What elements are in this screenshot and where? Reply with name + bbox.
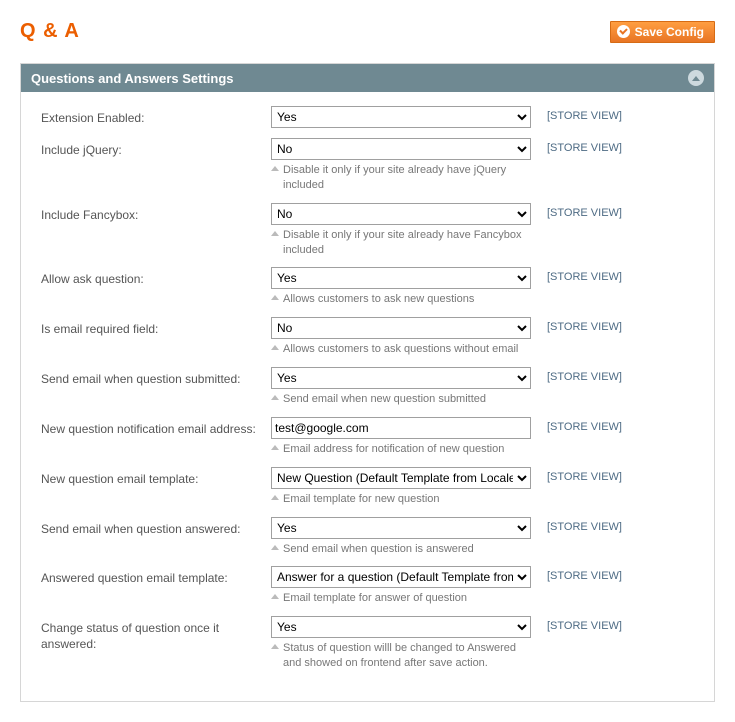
scope-label: [STORE VIEW] xyxy=(547,616,622,632)
hint-arrow-icon xyxy=(271,395,279,400)
scope-label: [STORE VIEW] xyxy=(547,138,622,154)
hint-email-required: Allows customers to ask questions withou… xyxy=(283,342,518,357)
page-title: Q & A xyxy=(20,20,80,43)
hint-arrow-icon xyxy=(271,231,279,236)
collapse-icon[interactable] xyxy=(688,70,704,86)
scope-label: [STORE VIEW] xyxy=(547,106,622,122)
input-notify-address[interactable] xyxy=(271,417,531,439)
hint-answered-template: Email template for answer of question xyxy=(283,591,467,606)
hint-arrow-icon xyxy=(271,166,279,171)
hint-send-answered: Send email when question is answered xyxy=(283,542,474,557)
select-email-required[interactable]: No xyxy=(271,317,531,339)
select-answered-template[interactable]: Answer for a question (Default Template … xyxy=(271,566,531,588)
save-config-button[interactable]: Save Config xyxy=(610,21,715,43)
hint-send-submitted: Send email when new question submitted xyxy=(283,392,486,407)
label-new-template: New question email template: xyxy=(41,467,271,487)
select-send-submitted[interactable]: Yes xyxy=(271,367,531,389)
select-extension-enabled[interactable]: Yes xyxy=(271,106,531,128)
scope-label: [STORE VIEW] xyxy=(547,267,622,283)
label-answered-template: Answered question email template: xyxy=(41,566,271,586)
scope-label: [STORE VIEW] xyxy=(547,467,622,483)
label-include-jquery: Include jQuery: xyxy=(41,138,271,158)
label-change-status: Change status of question once it answer… xyxy=(41,616,271,652)
settings-panel: Questions and Answers Settings Extension… xyxy=(20,63,715,702)
panel-title: Questions and Answers Settings xyxy=(31,71,234,86)
scope-label: [STORE VIEW] xyxy=(547,566,622,582)
hint-include-jquery: Disable it only if your site already hav… xyxy=(283,163,531,193)
select-send-answered[interactable]: Yes xyxy=(271,517,531,539)
hint-arrow-icon xyxy=(271,644,279,649)
save-config-label: Save Config xyxy=(635,25,704,39)
hint-change-status: Status of question willl be changed to A… xyxy=(283,641,531,671)
hint-arrow-icon xyxy=(271,445,279,450)
select-new-template[interactable]: New Question (Default Template from Loca… xyxy=(271,467,531,489)
hint-new-template: Email template for new question xyxy=(283,492,440,507)
label-extension-enabled: Extension Enabled: xyxy=(41,106,271,126)
hint-allow-ask: Allows customers to ask new questions xyxy=(283,292,474,307)
scope-label: [STORE VIEW] xyxy=(547,367,622,383)
label-notify-address: New question notification email address: xyxy=(41,417,271,437)
check-icon xyxy=(617,25,630,38)
label-send-submitted: Send email when question submitted: xyxy=(41,367,271,387)
hint-notify-address: Email address for notification of new qu… xyxy=(283,442,504,457)
hint-arrow-icon xyxy=(271,495,279,500)
hint-arrow-icon xyxy=(271,594,279,599)
select-include-jquery[interactable]: No xyxy=(271,138,531,160)
scope-label: [STORE VIEW] xyxy=(547,517,622,533)
scope-label: [STORE VIEW] xyxy=(547,317,622,333)
label-allow-ask: Allow ask question: xyxy=(41,267,271,287)
scope-label: [STORE VIEW] xyxy=(547,203,622,219)
panel-body: Extension Enabled: Yes [STORE VIEW] Incl… xyxy=(21,92,714,701)
hint-arrow-icon xyxy=(271,345,279,350)
scope-label: [STORE VIEW] xyxy=(547,417,622,433)
label-include-fancybox: Include Fancybox: xyxy=(41,203,271,223)
label-email-required: Is email required field: xyxy=(41,317,271,337)
panel-header[interactable]: Questions and Answers Settings xyxy=(21,64,714,92)
hint-arrow-icon xyxy=(271,545,279,550)
select-change-status[interactable]: Yes xyxy=(271,616,531,638)
select-allow-ask[interactable]: Yes xyxy=(271,267,531,289)
select-include-fancybox[interactable]: No xyxy=(271,203,531,225)
hint-include-fancybox: Disable it only if your site already hav… xyxy=(283,228,531,258)
label-send-answered: Send email when question answered: xyxy=(41,517,271,537)
hint-arrow-icon xyxy=(271,295,279,300)
